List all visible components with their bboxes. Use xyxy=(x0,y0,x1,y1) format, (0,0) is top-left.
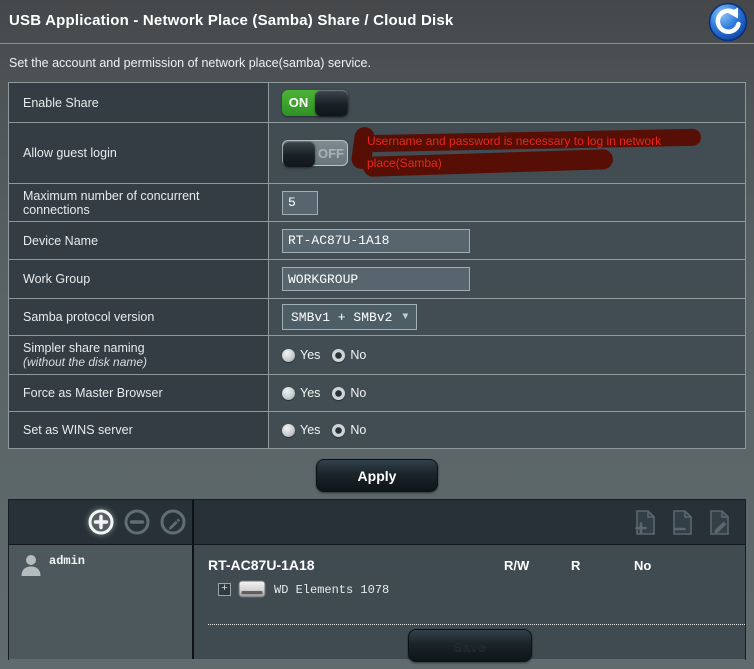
row-label: Work Group xyxy=(9,260,269,298)
save-button[interactable]: Save xyxy=(408,629,532,662)
radio-yes-icon[interactable] xyxy=(282,387,295,400)
page-description: Set the account and permission of networ… xyxy=(0,44,754,82)
annotation-text: Username and password is necessary to lo… xyxy=(367,134,661,148)
edit-share-icon[interactable] xyxy=(706,509,731,536)
expand-icon[interactable]: + xyxy=(218,583,231,596)
radio-option-no[interactable]: No xyxy=(332,348,366,362)
radio-option-no[interactable]: No xyxy=(332,423,366,437)
drive-icon xyxy=(238,580,266,599)
remove-share-icon[interactable] xyxy=(669,509,694,536)
back-button[interactable] xyxy=(708,2,748,42)
guest-login-toggle[interactable]: OFF xyxy=(282,140,348,166)
row-sublabel: (without the disk name) xyxy=(23,355,258,369)
accounts-body: admin RT-AC87U-1A18 R/W R No + xyxy=(9,545,745,659)
radio-yes-icon[interactable] xyxy=(282,349,295,362)
max-connections-input[interactable] xyxy=(282,191,318,215)
work-group-input[interactable] xyxy=(282,267,470,291)
row-max-connections: Maximum number of concurrent connections xyxy=(9,183,745,221)
user-row-admin[interactable]: admin xyxy=(9,545,192,578)
page-title: USB Application - Network Place (Samba) … xyxy=(9,12,754,29)
accounts-list: admin xyxy=(9,545,194,659)
settings-table: Enable Share ON Allow guest login OFF Us… xyxy=(8,82,746,449)
radio-no-icon[interactable] xyxy=(332,387,345,400)
row-simpler-naming: Simpler share naming (without the disk n… xyxy=(9,335,745,374)
radio-option-yes[interactable]: Yes xyxy=(282,386,320,400)
toggle-off-label: OFF xyxy=(315,141,347,165)
row-work-group: Work Group xyxy=(9,259,745,298)
row-label: Set as WINS server xyxy=(9,412,269,448)
row-label: Force as Master Browser xyxy=(9,375,269,411)
back-arrow-icon xyxy=(708,2,748,42)
remove-account-icon[interactable] xyxy=(123,508,151,536)
permissions-area: RT-AC87U-1A18 R/W R No + WD Elements 107… xyxy=(194,545,745,659)
row-label: Samba protocol version xyxy=(9,299,269,335)
chevron-down-icon: ▼ xyxy=(402,312,408,323)
apply-button[interactable]: Apply xyxy=(316,459,438,492)
radio-option-yes[interactable]: Yes xyxy=(282,348,320,362)
device-title: RT-AC87U-1A18 xyxy=(208,557,315,573)
radio-no-icon[interactable] xyxy=(332,349,345,362)
permission-header-rw: R/W xyxy=(504,558,529,573)
toggle-knob xyxy=(283,141,315,167)
page-header: USB Application - Network Place (Samba) … xyxy=(0,0,754,44)
tree-item-drive[interactable]: + WD Elements 1078 xyxy=(218,580,389,599)
permission-header-r: R xyxy=(571,558,580,573)
tree-item-label: WD Elements 1078 xyxy=(274,583,389,597)
row-device-name: Device Name xyxy=(9,221,745,259)
row-label: Allow guest login xyxy=(9,123,269,183)
radio-no-icon[interactable] xyxy=(332,424,345,437)
annotation-text: place(Samba) xyxy=(367,156,442,170)
radio-yes-icon[interactable] xyxy=(282,424,295,437)
row-label: Maximum number of concurrent connections xyxy=(9,184,269,221)
radio-option-no[interactable]: No xyxy=(332,386,366,400)
account-permissions-panel: admin RT-AC87U-1A18 R/W R No + xyxy=(8,499,746,660)
user-icon xyxy=(19,552,43,578)
row-wins-server: Set as WINS server Yes No xyxy=(9,411,745,448)
accounts-toolbar xyxy=(9,500,745,545)
user-name: admin xyxy=(49,552,85,568)
edit-account-icon[interactable] xyxy=(159,508,187,536)
selected-option: SMBv1 + SMBv2 xyxy=(291,310,392,325)
row-enable-share: Enable Share ON xyxy=(9,83,745,122)
row-label: Device Name xyxy=(9,222,269,259)
row-label: Enable Share xyxy=(9,83,269,122)
add-account-icon[interactable] xyxy=(87,508,115,536)
radio-option-yes[interactable]: Yes xyxy=(282,423,320,437)
toggle-on-label: ON xyxy=(282,90,315,116)
toggle-knob xyxy=(315,90,348,116)
row-master-browser: Force as Master Browser Yes No xyxy=(9,374,745,411)
enable-share-toggle[interactable]: ON xyxy=(282,90,348,116)
divider xyxy=(208,624,745,625)
apply-section: Apply xyxy=(0,449,754,499)
row-guest-login: Allow guest login OFF Username and passw… xyxy=(9,122,745,183)
samba-protocol-select[interactable]: SMBv1 + SMBv2 ▼ xyxy=(282,304,417,330)
row-samba-protocol: Samba protocol version SMBv1 + SMBv2 ▼ xyxy=(9,298,745,335)
row-label: Simpler share naming xyxy=(23,341,258,355)
add-share-icon[interactable] xyxy=(632,509,657,536)
permission-header-no: No xyxy=(634,558,651,573)
device-name-input[interactable] xyxy=(282,229,470,253)
